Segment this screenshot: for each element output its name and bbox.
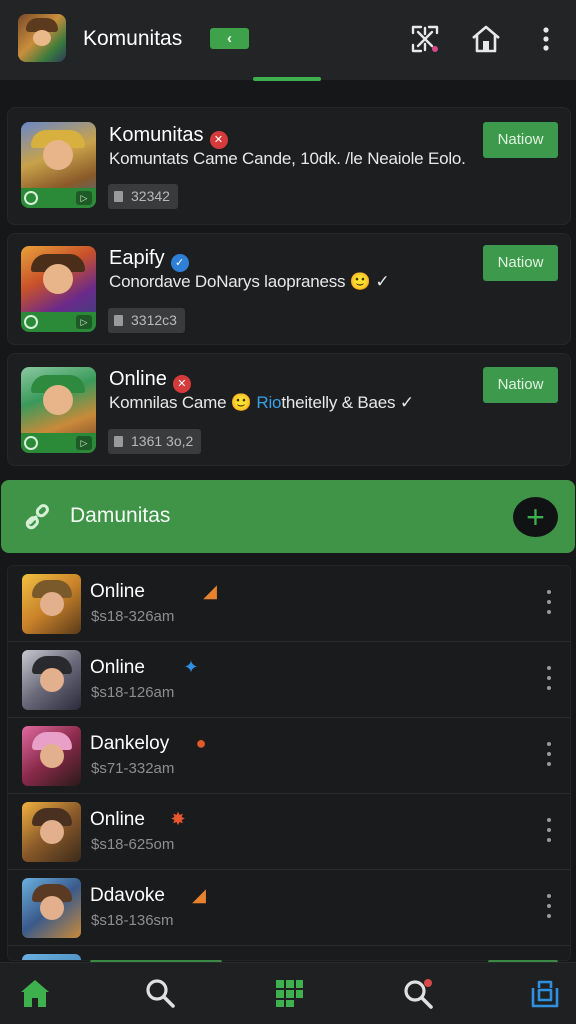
status-icon: ✸ [170,809,186,829]
status-icon: ◢ [192,885,206,905]
notify-button[interactable]: Natiow [483,245,558,281]
lock-icon [114,315,123,326]
verified-badge-icon: ✓ [170,254,189,272]
page-title: Komunitas [83,27,183,50]
avatar [22,878,81,938]
card-title: Komunitas ✕ [109,124,228,149]
list-item-time: $s18-136sm [91,912,174,929]
list-item[interactable]: Dankeloy ● $s71-332am [8,718,570,794]
list-item[interactable]: Ddavoke ◢ $s18-136sm [8,870,570,946]
member-count: 32342 [108,184,178,209]
link-icon [25,504,49,530]
plus-icon: + [526,499,545,535]
more-options-icon[interactable] [545,742,553,770]
member-count: 1361 3o,2 [108,429,202,454]
card-title: Online ✕ [109,368,191,393]
list-item-name: Online [90,657,145,678]
featured-card[interactable]: ▷ Eapify ✓ Conordave DoNarys laopraness 🙂… [7,233,571,345]
list-item[interactable]: Online ◢ $s18-326am [8,566,570,642]
more-options-icon[interactable] [529,22,563,56]
list-item-time: $s71-332am [91,760,175,777]
lock-icon [114,191,123,202]
list-item[interactable]: Online ✦ $s18-126am [8,642,570,718]
warning-badge-icon: ✕ [209,131,228,149]
add-community-button[interactable]: + [513,497,558,537]
list-item-name: Dankeloy [90,733,170,754]
explore-nav-icon[interactable] [401,976,435,1010]
more-options-icon[interactable] [545,894,553,922]
inbox-nav-icon[interactable] [528,976,562,1010]
active-tab-indicator [253,77,321,81]
lock-icon [114,436,123,447]
status-icon: ✦ [183,657,199,677]
home-nav-icon[interactable] [18,976,52,1010]
list-item[interactable] [8,946,570,960]
avatar [22,574,81,634]
game-thumbnail: ▷ [21,122,96,208]
status-icon: ● [195,733,207,753]
card-title: Eapify ✓ [109,247,189,272]
game-thumbnail: ▷ [21,367,96,453]
list-item-time: $s18-625om [91,836,175,853]
featured-card[interactable]: ▷ Komunitas ✕ Komuntats Came Cande, 10dk.… [7,107,571,225]
qr-grid-icon[interactable] [408,22,442,56]
list-item[interactable]: Online ✸ $s18-625om [8,794,570,870]
card-description: Conordave DoNarys laopraness 🙂 ✓ [109,272,390,291]
warning-badge-icon: ✕ [172,375,191,393]
grid-nav-icon[interactable] [272,976,306,1010]
list-item-name: Ddavoke [90,885,165,906]
status-icon: ◢ [203,581,217,601]
card-description: Komnilas Came 🙂 Riotheitelly & Baes ✓ [109,393,414,412]
list-item-name: Online [90,809,145,830]
top-app-bar: Komunitas ‹ [0,0,576,81]
community-avatar[interactable] [18,14,66,62]
avatar [22,650,81,710]
back-button[interactable]: ‹ [210,28,249,49]
avatar [22,726,81,786]
community-list: Online ◢ $s18-326am Online ✦ $s18-126am … [7,565,571,961]
home-icon[interactable] [469,22,503,56]
search-nav-icon[interactable] [143,976,177,1010]
list-item-time: $s18-126am [91,684,175,701]
avatar [22,954,81,960]
more-options-icon[interactable] [545,818,553,846]
section-title: Damunitas [70,504,171,527]
communities-section-header[interactable]: Damunitas + [1,480,575,553]
member-count: 3312c3 [108,308,185,333]
more-options-icon[interactable] [545,590,553,618]
list-item-name: Online [90,581,145,602]
game-thumbnail: ▷ [21,246,96,332]
avatar [22,802,81,862]
featured-card[interactable]: ▷ Online ✕ Komnilas Came 🙂 Riotheitelly &… [7,353,571,466]
more-options-icon[interactable] [545,666,553,694]
list-item-time: $s18-326am [91,608,175,625]
card-description: Komuntats Came Cande, 10dk. /le Neaiole … [109,149,466,168]
notify-button[interactable]: Natiow [483,367,558,403]
notify-button[interactable]: Natiow [483,122,558,158]
